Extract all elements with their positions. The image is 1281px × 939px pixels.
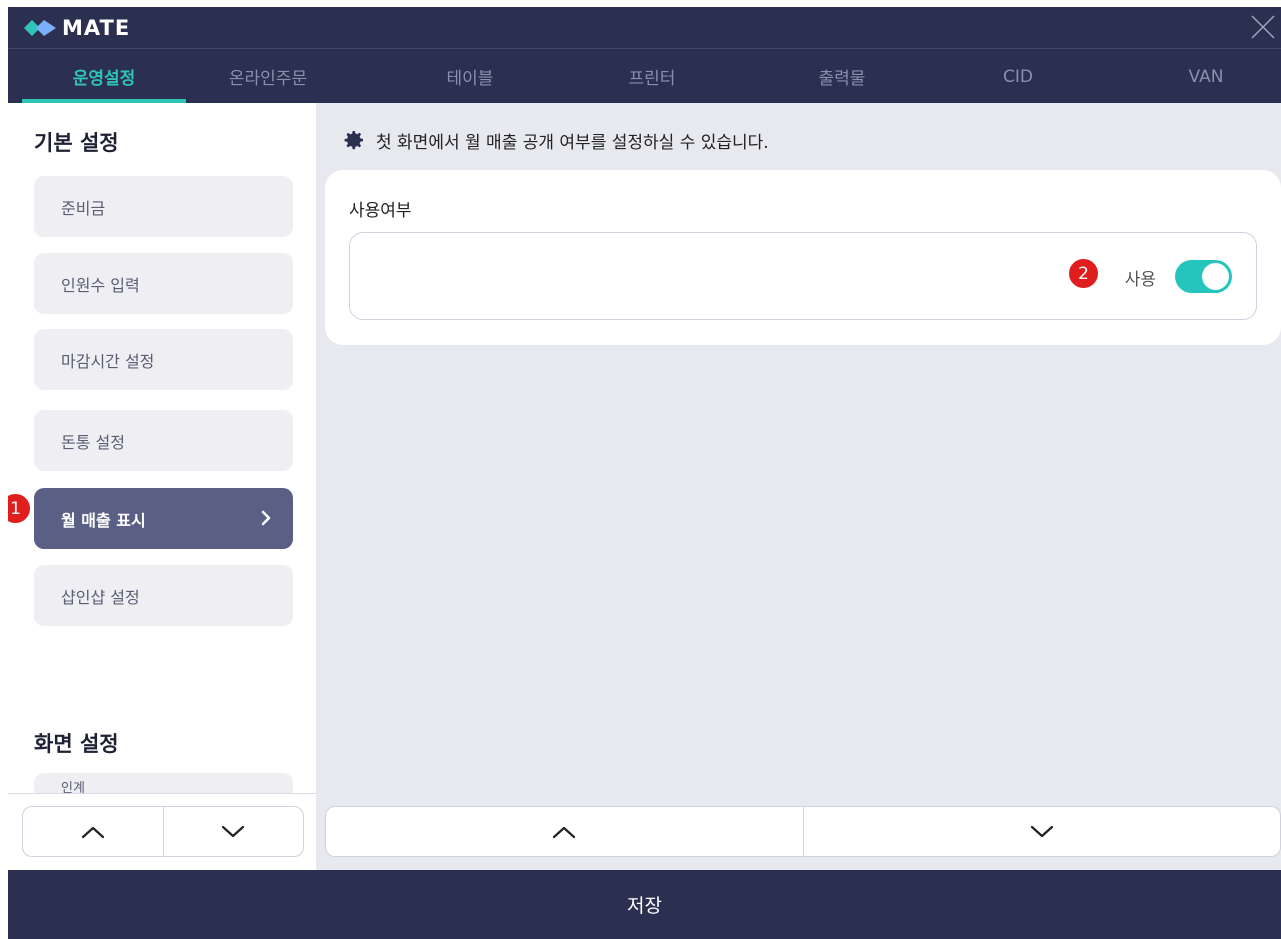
- tab-online-order[interactable]: 온라인주문: [186, 49, 350, 104]
- content-scroll-up-button[interactable]: [326, 807, 803, 856]
- content-scroll-down-button[interactable]: [802, 807, 1281, 856]
- toggle-label: 사용: [1124, 270, 1156, 290]
- annotation-badge-2: 2: [1068, 258, 1099, 289]
- sidebar-item-label: 월 매출 표시: [61, 510, 146, 530]
- chevron-down-icon: [1030, 825, 1053, 837]
- tab-table[interactable]: 테이블: [388, 49, 552, 104]
- sidebar-item-guest-count[interactable]: 인원수 입력: [34, 253, 293, 314]
- toggle-knob: [1202, 263, 1229, 290]
- sidebar-item-closing-time[interactable]: 마감시간 설정: [34, 329, 293, 390]
- usage-label: 사용여부: [349, 201, 412, 221]
- sidebar-scroll-down-button[interactable]: [162, 807, 304, 856]
- tab-output[interactable]: 출력물: [760, 49, 924, 104]
- sidebar-item-reserve-fund[interactable]: 준비금: [34, 176, 293, 237]
- title-bar: MATE: [8, 7, 1281, 48]
- sidebar-item-monthly-sales[interactable]: 월 매출 표시: [34, 488, 293, 549]
- tab-operation-settings[interactable]: 운영설정: [22, 49, 186, 104]
- chevron-right-icon: [261, 510, 271, 526]
- gear-icon: [344, 131, 363, 150]
- usage-toggle[interactable]: [1175, 260, 1232, 293]
- tab-printer[interactable]: 프린터: [570, 49, 734, 104]
- content-scroll-buttons: [325, 806, 1281, 857]
- tab-cid[interactable]: CID: [936, 49, 1100, 104]
- sidebar-scroll-buttons: [22, 806, 304, 857]
- usage-card: 사용여부 2 사용: [325, 170, 1281, 345]
- save-button[interactable]: 저장: [8, 870, 1281, 939]
- logo-icon: [24, 20, 56, 36]
- section-title-basic: 기본 설정: [34, 131, 119, 155]
- notice-label: 첫 화면에서 월 매출 공개 여부를 설정하실 수 있습니다.: [376, 132, 769, 153]
- notice-text: 첫 화면에서 월 매출 공개 여부를 설정하실 수 있습니다.: [342, 125, 769, 155]
- main-tabs: 운영설정 온라인주문 테이블 프린터 출력물 CID VAN: [8, 48, 1281, 104]
- chevron-up-icon: [81, 826, 104, 838]
- app-name: MATE: [62, 16, 131, 40]
- sidebar-item-handover[interactable]: 인계: [34, 773, 293, 793]
- chevron-up-icon: [553, 826, 576, 838]
- tab-van[interactable]: VAN: [1124, 49, 1281, 104]
- sidebar-item-cash-drawer[interactable]: 돈통 설정: [34, 410, 293, 471]
- usage-field: 2 사용: [349, 232, 1257, 320]
- settings-window: MATE 운영설정 온라인주문 테이블 프린터 출력물 CID VAN 기본 설…: [8, 7, 1281, 939]
- app-logo: MATE: [22, 14, 130, 42]
- sidebar-item-shop-in-shop[interactable]: 샵인샵 설정: [34, 565, 293, 626]
- sidebar-scroll-up-button[interactable]: [23, 807, 163, 856]
- close-icon[interactable]: [1245, 9, 1281, 45]
- settings-sidebar: 기본 설정 준비금 인원수 입력 마감시간 설정 돈통 설정 월 매출 표시 샵…: [8, 103, 316, 793]
- chevron-down-icon: [222, 825, 245, 837]
- section-title-screen: 화면 설정: [34, 732, 119, 756]
